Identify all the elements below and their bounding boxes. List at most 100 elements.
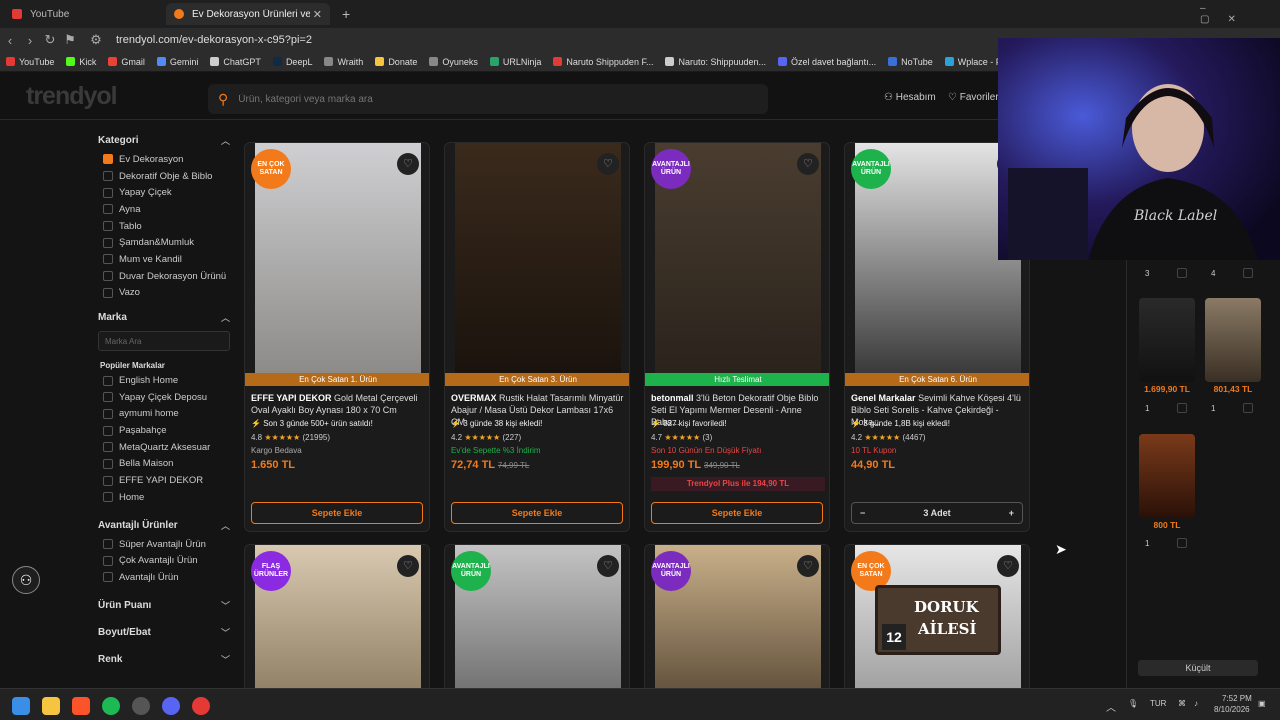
filter-option[interactable]: Paşabahçe — [98, 422, 230, 439]
trash-icon[interactable] — [1177, 268, 1187, 278]
checkbox[interactable] — [103, 442, 113, 453]
favorite-heart-icon[interactable]: ♡ — [397, 153, 419, 175]
renk-header[interactable]: Renk ﹀ — [98, 652, 230, 668]
filter-option[interactable]: Bella Maison — [98, 456, 230, 473]
favorites-link[interactable]: ♡ Favoriler — [948, 92, 999, 103]
qty-stepper[interactable]: 1 — [1141, 401, 1191, 415]
search-input[interactable] — [238, 93, 719, 105]
filter-option[interactable]: aymumi home — [98, 406, 230, 423]
filter-option[interactable]: Yapay Çiçek Deposu — [98, 389, 230, 406]
checkbox[interactable] — [103, 154, 113, 165]
filter-option[interactable]: Ayna — [98, 201, 230, 218]
checkbox[interactable] — [103, 555, 113, 566]
bookmark-item[interactable]: Gmail — [108, 57, 145, 67]
trash-icon[interactable] — [1177, 403, 1187, 413]
spotify-icon[interactable] — [102, 697, 120, 715]
trendyol-logo[interactable]: trendyol — [26, 82, 118, 111]
checkbox[interactable] — [103, 539, 113, 550]
qty-stepper[interactable]: 1 — [1207, 401, 1257, 415]
discord-icon[interactable] — [162, 697, 180, 715]
accessibility-icon[interactable]: ⚇ — [12, 566, 40, 594]
filter-option[interactable]: Duvar Dekorasyon Ürünü — [98, 268, 230, 285]
back-icon[interactable]: ‹ — [0, 33, 20, 48]
bookmark-icon[interactable]: ⚑ — [60, 32, 80, 48]
checkbox[interactable] — [103, 204, 113, 215]
bookmark-item[interactable]: Naruto: Shippuuden... — [665, 57, 766, 67]
search-box[interactable]: ⚲ — [208, 84, 768, 114]
filter-option[interactable]: Şamdan&Mumluk — [98, 234, 230, 251]
add-to-cart-button[interactable]: Sepete Ekle — [451, 502, 623, 524]
trash-icon[interactable] — [1243, 268, 1253, 278]
checkbox[interactable] — [103, 408, 113, 419]
checkbox[interactable] — [103, 237, 113, 248]
filter-option[interactable]: Dekoratif Obje & Biblo — [98, 168, 230, 185]
volume-icon[interactable]: ♪ — [1194, 699, 1198, 708]
checkbox[interactable] — [103, 171, 113, 182]
bookmark-item[interactable]: Gemini — [156, 57, 198, 67]
filter-option[interactable]: Vazo — [98, 285, 230, 302]
product-card[interactable]: ♡ AVANTAJLI ÜRÜN Hızlı Teslimat betonmall 3… — [644, 142, 830, 532]
panel-product-image[interactable] — [1139, 434, 1195, 518]
checkbox[interactable] — [103, 425, 113, 436]
avantaj-header[interactable]: Avantajlı Ürünler ︿ — [98, 518, 230, 534]
bookmark-item[interactable]: URLNinja — [489, 57, 541, 67]
tray-expand-icon[interactable]: ︿ — [1106, 699, 1116, 714]
checkbox[interactable] — [103, 458, 113, 469]
checkbox[interactable] — [103, 492, 113, 503]
product-card[interactable]: ♡ EN ÇOK SATAN En Çok Satan 1. Ürün EFFE YA… — [244, 142, 430, 532]
new-tab-button[interactable]: + — [334, 3, 354, 25]
trash-icon[interactable] — [1243, 403, 1253, 413]
filter-option[interactable]: Yapay Çiçek — [98, 184, 230, 201]
obs-icon[interactable] — [132, 697, 150, 715]
file-explorer-icon[interactable] — [42, 697, 60, 715]
network-icon[interactable]: ⌘ — [1178, 699, 1186, 708]
tab-trendyol[interactable]: Ev Dekorasyon Ürünleri ve Süs E ✕ — [166, 3, 330, 25]
collapse-button[interactable]: Küçült — [1138, 660, 1258, 676]
quantity-stepper[interactable]: − 3 Adet + — [851, 502, 1023, 524]
favorite-heart-icon[interactable]: ♡ — [597, 153, 619, 175]
windows-start-icon[interactable] — [12, 697, 30, 715]
filter-option[interactable]: EFFE YAPI DEKOR — [98, 472, 230, 489]
tab-youtube[interactable]: YouTube — [4, 3, 164, 25]
checkbox[interactable] — [103, 287, 113, 298]
language-indicator[interactable]: TUR — [1150, 699, 1166, 708]
checkbox[interactable] — [103, 475, 113, 486]
marka-header[interactable]: Marka ︿ — [98, 309, 230, 325]
filter-option[interactable]: Avantajlı Ürün — [98, 569, 230, 586]
filter-option[interactable]: Süper Avantajlı Ürün — [98, 536, 230, 553]
window-controls[interactable]: –▢✕ — [1192, 3, 1276, 25]
puan-header[interactable]: Ürün Puanı ﹀ — [98, 598, 230, 614]
close-tab-icon[interactable]: ✕ — [313, 8, 322, 21]
notification-icon[interactable]: ▣ — [1258, 699, 1266, 708]
favorite-heart-icon[interactable]: ♡ — [997, 555, 1019, 577]
clock-date[interactable]: 8/10/2026 — [1214, 705, 1250, 714]
opera-icon[interactable] — [192, 697, 210, 715]
kategori-header[interactable]: Kategori ︿ — [98, 132, 230, 148]
product-card[interactable]: ♡ FLAŞ ÜRÜNLER — [244, 544, 430, 688]
reload-icon[interactable]: ↻ — [40, 32, 60, 48]
url-field[interactable]: trendyol.com/ev-dekorasyon-x-c95?pi=2 — [116, 34, 312, 46]
bookmark-item[interactable]: Kick — [66, 57, 96, 67]
site-info-icon[interactable]: ⚙ — [86, 32, 106, 48]
bookmark-item[interactable]: Naruto Shippuden F... — [553, 57, 653, 67]
bookmark-item[interactable]: DeepL — [272, 57, 312, 67]
forward-icon[interactable]: › — [20, 33, 40, 48]
brand-search-input[interactable]: Marka Ara — [98, 331, 230, 352]
bookmark-item[interactable]: Özel davet bağlantı... — [778, 57, 876, 67]
filter-option[interactable]: Çok Avantajlı Ürün — [98, 552, 230, 569]
qty-stepper[interactable]: 1 — [1141, 536, 1191, 550]
filter-option[interactable]: Mum ve Kandil — [98, 251, 230, 268]
bookmark-item[interactable]: YouTube — [6, 57, 54, 67]
trash-icon[interactable] — [1177, 538, 1187, 548]
checkbox[interactable] — [103, 187, 113, 198]
bookmark-item[interactable]: ChatGPT — [210, 57, 261, 67]
add-to-cart-button[interactable]: Sepete Ekle — [251, 502, 423, 524]
favorite-heart-icon[interactable]: ♡ — [797, 555, 819, 577]
filter-option[interactable]: Tablo — [98, 218, 230, 235]
add-to-cart-button[interactable]: Sepete Ekle — [651, 502, 823, 524]
bookmark-item[interactable]: Oyuneks — [429, 57, 478, 67]
checkbox[interactable] — [103, 392, 113, 403]
filter-option[interactable]: Home — [98, 489, 230, 506]
boyut-header[interactable]: Boyut/Ebat ﹀ — [98, 625, 230, 641]
plus-icon[interactable]: + — [1009, 503, 1014, 523]
